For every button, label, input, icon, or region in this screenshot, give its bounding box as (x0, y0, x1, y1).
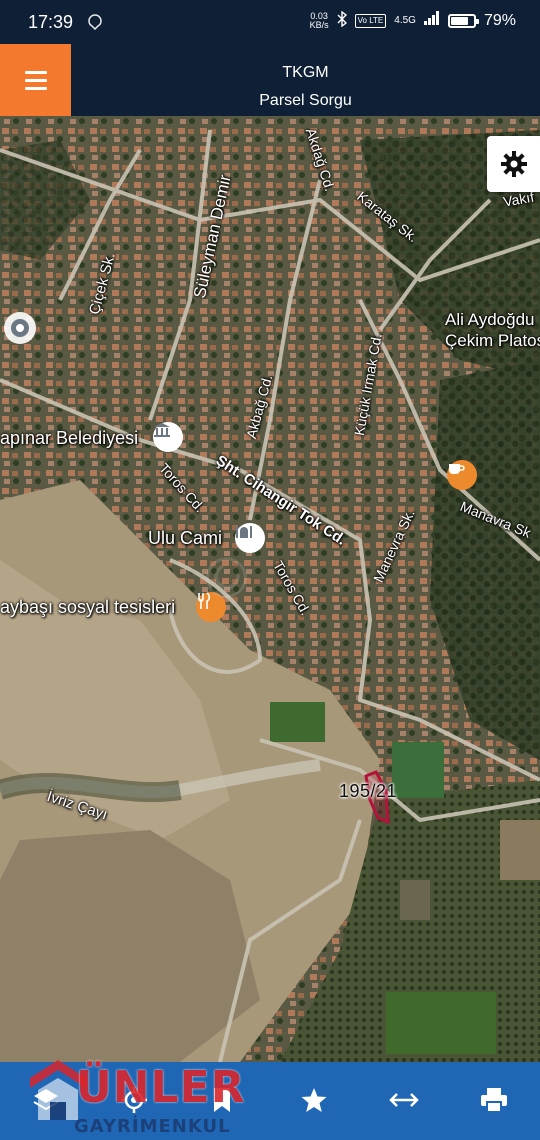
place-label: apınar Belediyesi (0, 428, 139, 448)
net-speed-unit: KB/s (309, 19, 329, 30)
favorites-button[interactable] (284, 1072, 344, 1128)
bluetooth-icon (337, 10, 347, 30)
hamburger-icon-bar (24, 86, 47, 90)
satellite-map[interactable]: Süleyman Demir Akdağ Cd. Karataş Sk. Vak… (0, 116, 540, 1062)
hamburger-icon-bar (24, 78, 47, 82)
print-icon (481, 1088, 507, 1113)
star-icon (301, 1088, 327, 1112)
battery-percent: 79% (483, 11, 516, 29)
status-bar: 17:39 0.03 KB/s Vo LTE 4.5G 79% (0, 0, 540, 44)
battery-icon (447, 13, 479, 28)
network-speed: 0.03 KB/s (309, 11, 329, 30)
menu-button[interactable] (0, 44, 71, 116)
measure-icon (389, 1093, 419, 1107)
notification-icon (88, 14, 102, 34)
app-subtitle: Parsel Sorgu (259, 92, 352, 109)
app-title: TKGM (282, 64, 329, 81)
gear-icon (501, 151, 527, 177)
map-imagery (0, 116, 540, 1062)
company-watermark: ÜNLER GAYRİMENKUL (28, 1050, 268, 1140)
settings-button[interactable] (487, 136, 540, 192)
watermark-subtitle: GAYRİMENKUL (74, 1116, 231, 1137)
hamburger-icon (24, 70, 47, 74)
network-type: 4.5G (394, 15, 416, 26)
place-label: Ali Aydoğdu (445, 310, 535, 329)
place-label: Çekim Platosu (445, 331, 540, 350)
place-label: aybaşı sosyal tesisleri (0, 597, 176, 617)
battery-level (450, 16, 469, 25)
clock: 17:39 (28, 12, 74, 32)
cafe-icon[interactable] (447, 460, 477, 490)
volte-badge: Vo LTE (354, 13, 387, 28)
government-building-icon[interactable] (153, 422, 183, 452)
print-button[interactable] (464, 1072, 524, 1128)
mosque-icon[interactable] (235, 523, 265, 553)
parcel-label[interactable]: 195/21 (339, 781, 397, 802)
watermark-brand: ÜNLER (76, 1062, 246, 1113)
measure-button[interactable] (374, 1072, 434, 1128)
signal-icon (423, 11, 440, 30)
app-header: TKGM Parsel Sorgu (0, 44, 540, 116)
